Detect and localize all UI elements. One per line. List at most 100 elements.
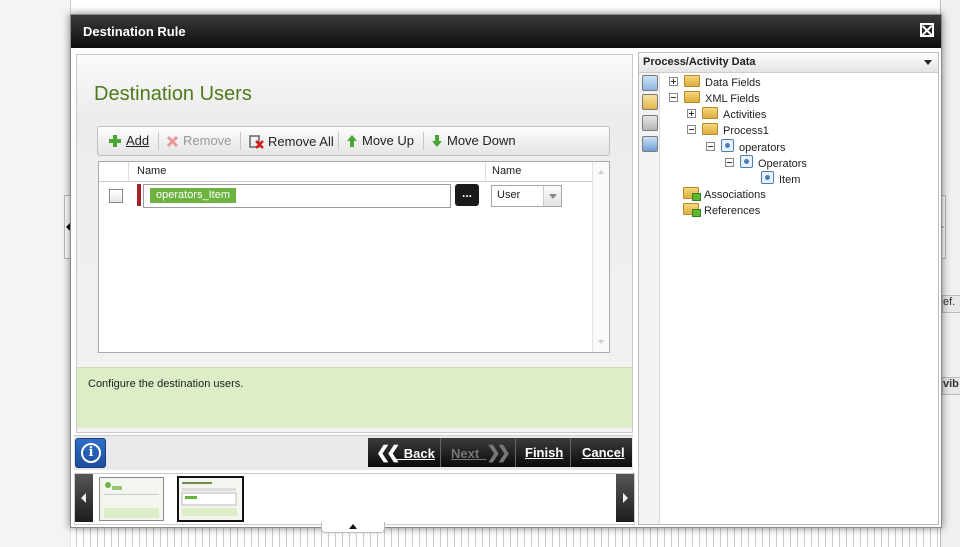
process-activity-data-panel: Process/Activity Data Data Fields XML Fi… [638, 52, 939, 525]
info-icon: i [81, 443, 101, 463]
background-snippet-text: vib [943, 378, 959, 390]
strip-right-arrow-icon[interactable] [616, 474, 634, 522]
grid-toolbar: Add Remove Remove All Move Up Move Down [97, 126, 610, 156]
move-up-label: Move Up [362, 133, 415, 148]
xml-node-icon [740, 155, 753, 168]
remove-all-button[interactable]: Remove All [248, 133, 334, 149]
destination-users-grid: Name Name operators_Item ... User [98, 161, 610, 353]
add-button[interactable]: Add [108, 133, 149, 149]
expand-icon[interactable] [687, 109, 696, 118]
remove-label: Remove [183, 133, 232, 148]
dialog-title: Destination Rule [83, 24, 186, 39]
grid-scrollbar[interactable] [592, 162, 609, 352]
toolbar-divider [338, 132, 339, 150]
close-icon[interactable] [920, 23, 934, 37]
finish-button[interactable]: Finish [516, 438, 571, 467]
background-snippet: vib [942, 377, 960, 395]
destination-value-field[interactable]: operators_Item [143, 184, 451, 208]
tree-item-associations[interactable]: Associations [683, 187, 766, 203]
page-thumbnail[interactable] [99, 477, 164, 521]
panel-side-toolbar [639, 73, 660, 524]
help-button[interactable]: i [75, 438, 106, 468]
row-checkbox[interactable] [109, 189, 123, 203]
panel-header[interactable]: Process/Activity Data [639, 53, 938, 73]
next-label: Next [451, 446, 480, 461]
cancel-button[interactable]: Cancel [571, 438, 632, 467]
xml-node-icon [761, 171, 774, 184]
column-header-type[interactable]: Name [492, 165, 521, 177]
collapse-icon[interactable] [706, 142, 715, 151]
wizard-button-bar: i ❮❮ Back Next ❯❯ Finish Cancel [74, 435, 633, 470]
dialog-titlebar: Destination Rule [71, 15, 941, 48]
context-browser-icon[interactable] [642, 136, 658, 152]
tree-item-label: Data Fields [705, 77, 761, 89]
back-button[interactable]: ❮❮ Back [368, 438, 441, 467]
collapse-icon[interactable] [669, 93, 678, 102]
collapse-icon[interactable] [725, 158, 734, 167]
wizard-page: Destination Users Add Remove Remove All … [76, 54, 633, 433]
arrow-up-icon [347, 135, 357, 147]
object-browser-icon[interactable] [642, 94, 658, 110]
environment-browser-icon[interactable] [642, 115, 658, 131]
page-thumbnail-strip [74, 473, 635, 525]
folder-icon [702, 123, 718, 135]
double-chevron-right-icon: ❯❯ [486, 443, 510, 462]
tree-item-label: Item [779, 174, 801, 186]
delete-all-icon [249, 135, 264, 149]
remove-button[interactable]: Remove [166, 133, 231, 149]
chevron-down-icon[interactable] [924, 60, 932, 65]
cancel-label: Cancel [582, 445, 625, 460]
destination-rule-dialog: Destination Rule Destination Users Add R… [70, 14, 942, 528]
process-browser-icon[interactable] [642, 75, 658, 91]
plus-icon [109, 135, 121, 147]
tree-item-label: Process1 [723, 125, 769, 137]
arrow-down-icon [432, 135, 442, 147]
toolbar-divider [240, 132, 241, 150]
x-icon [166, 135, 179, 148]
thumbnail-preview-icon [104, 482, 159, 518]
add-label: Add [126, 133, 150, 148]
column-divider [128, 162, 129, 181]
tree-item-references[interactable]: References [683, 203, 760, 219]
tree-item-activities[interactable]: Activities [687, 107, 766, 123]
thumbnail-preview-icon [181, 482, 237, 516]
next-button[interactable]: Next ❯❯ [441, 438, 516, 467]
xml-node-icon [721, 139, 734, 152]
field-token[interactable]: operators_Item [150, 188, 236, 203]
strip-left-arrow-icon[interactable] [75, 474, 93, 522]
back-label: Back [403, 446, 435, 461]
double-chevron-left-icon: ❮❮ [376, 443, 400, 462]
description-text: Configure the destination users. [88, 378, 244, 390]
tree-item-operators[interactable]: operators [706, 139, 785, 155]
remove-all-label: Remove All [268, 134, 334, 149]
folder-icon [684, 75, 700, 87]
type-select[interactable]: User [491, 185, 562, 207]
browse-button[interactable]: ... [455, 184, 479, 206]
expand-icon[interactable] [669, 77, 678, 86]
move-up-button[interactable]: Move Up [346, 133, 414, 149]
folder-icon [702, 107, 718, 119]
tree-item-process1[interactable]: Process1 [687, 123, 769, 139]
page-thumbnail-selected[interactable] [177, 476, 244, 522]
tree-item-data-fields[interactable]: Data Fields [669, 75, 761, 91]
description-band: Configure the destination users. [77, 367, 632, 428]
tree-item-item[interactable]: Item [761, 171, 800, 187]
collapse-icon[interactable] [687, 125, 696, 134]
scroll-arrows-icon [598, 170, 604, 344]
tree-item-operators-element[interactable]: Operators [725, 155, 807, 171]
move-down-button[interactable]: Move Down [431, 133, 516, 149]
required-indicator [137, 184, 141, 206]
chevron-down-icon[interactable] [543, 186, 561, 206]
folder-icon [683, 187, 701, 201]
background-snippet: ef. [942, 295, 960, 313]
finish-label: Finish [525, 445, 564, 460]
tree-item-xml-fields[interactable]: XML Fields [669, 91, 760, 107]
type-select-value: User [497, 189, 521, 201]
page-title: Destination Users [94, 83, 252, 105]
column-header-name[interactable]: Name [137, 165, 166, 177]
move-down-label: Move Down [447, 133, 516, 148]
expand-bottom-tab[interactable] [321, 522, 385, 533]
toolbar-divider [423, 132, 424, 150]
background-snippet-text: ef. [943, 296, 956, 308]
grid-header: Name Name [99, 162, 592, 182]
